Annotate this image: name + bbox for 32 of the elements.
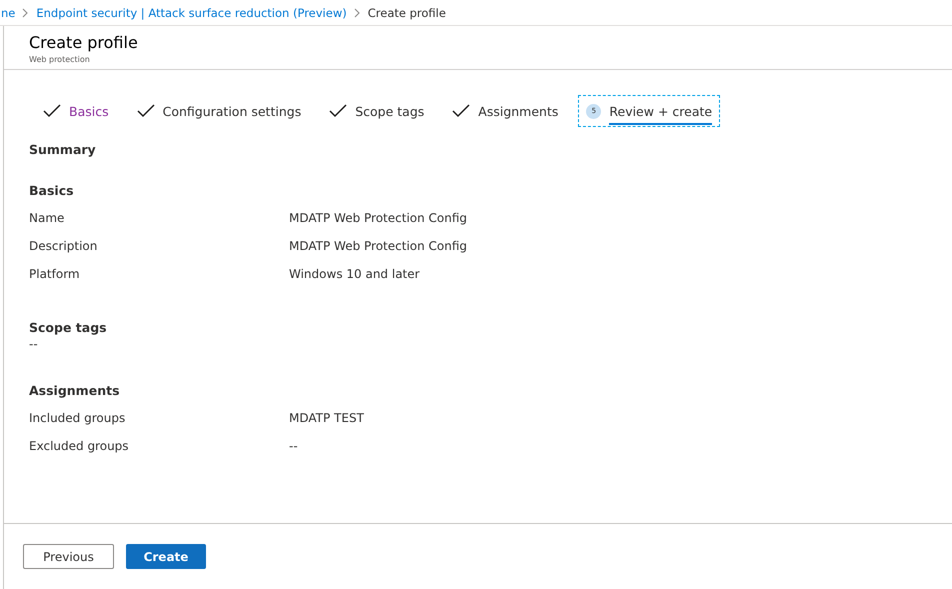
page-subtitle: Web protection [29, 55, 91, 64]
field-value: MDATP TEST [289, 411, 365, 425]
field-value: MDATP Web Protection Config [289, 211, 468, 225]
field-value: -- [289, 439, 299, 453]
breadcrumb-link[interactable]: ne [1, 6, 16, 20]
wizard-step-tab[interactable]: Assignments [445, 96, 566, 126]
section-heading: Scope tags [29, 320, 108, 335]
wizard-step-tab[interactable]: Scope tags [322, 96, 432, 126]
chevron-icon [22, 8, 30, 18]
checkmark-icon [329, 104, 348, 118]
section-heading: Assignments [29, 383, 121, 398]
field-label: Description [29, 239, 98, 253]
page-title: Create profile [29, 33, 139, 52]
summary-heading: Summary [29, 142, 97, 157]
field-label: Platform [29, 267, 81, 281]
section-heading: Basics [29, 183, 75, 198]
checkmark-icon [43, 104, 61, 118]
breadcrumb-current: Create profile [368, 6, 446, 20]
chevron-icon [354, 8, 361, 18]
wizard-step-tab[interactable]: Configuration settings [130, 96, 308, 126]
field-value: Windows 10 and later [289, 267, 421, 281]
previous-button[interactable]: Previous [23, 544, 114, 569]
field-value: MDATP Web Protection Config [289, 239, 468, 253]
checkmark-icon [136, 104, 155, 118]
field-value: -- [29, 337, 38, 351]
breadcrumb-link[interactable]: Endpoint security | Attack surface reduction (Preview) [36, 6, 347, 20]
checkmark-icon [452, 104, 470, 118]
wizard-step-tab[interactable]: Basics [36, 96, 116, 126]
field-label: Included groups [29, 411, 126, 425]
field-label: Excluded groups [29, 439, 130, 453]
create-button[interactable]: Create [126, 544, 206, 569]
field-label: Name [29, 211, 66, 225]
